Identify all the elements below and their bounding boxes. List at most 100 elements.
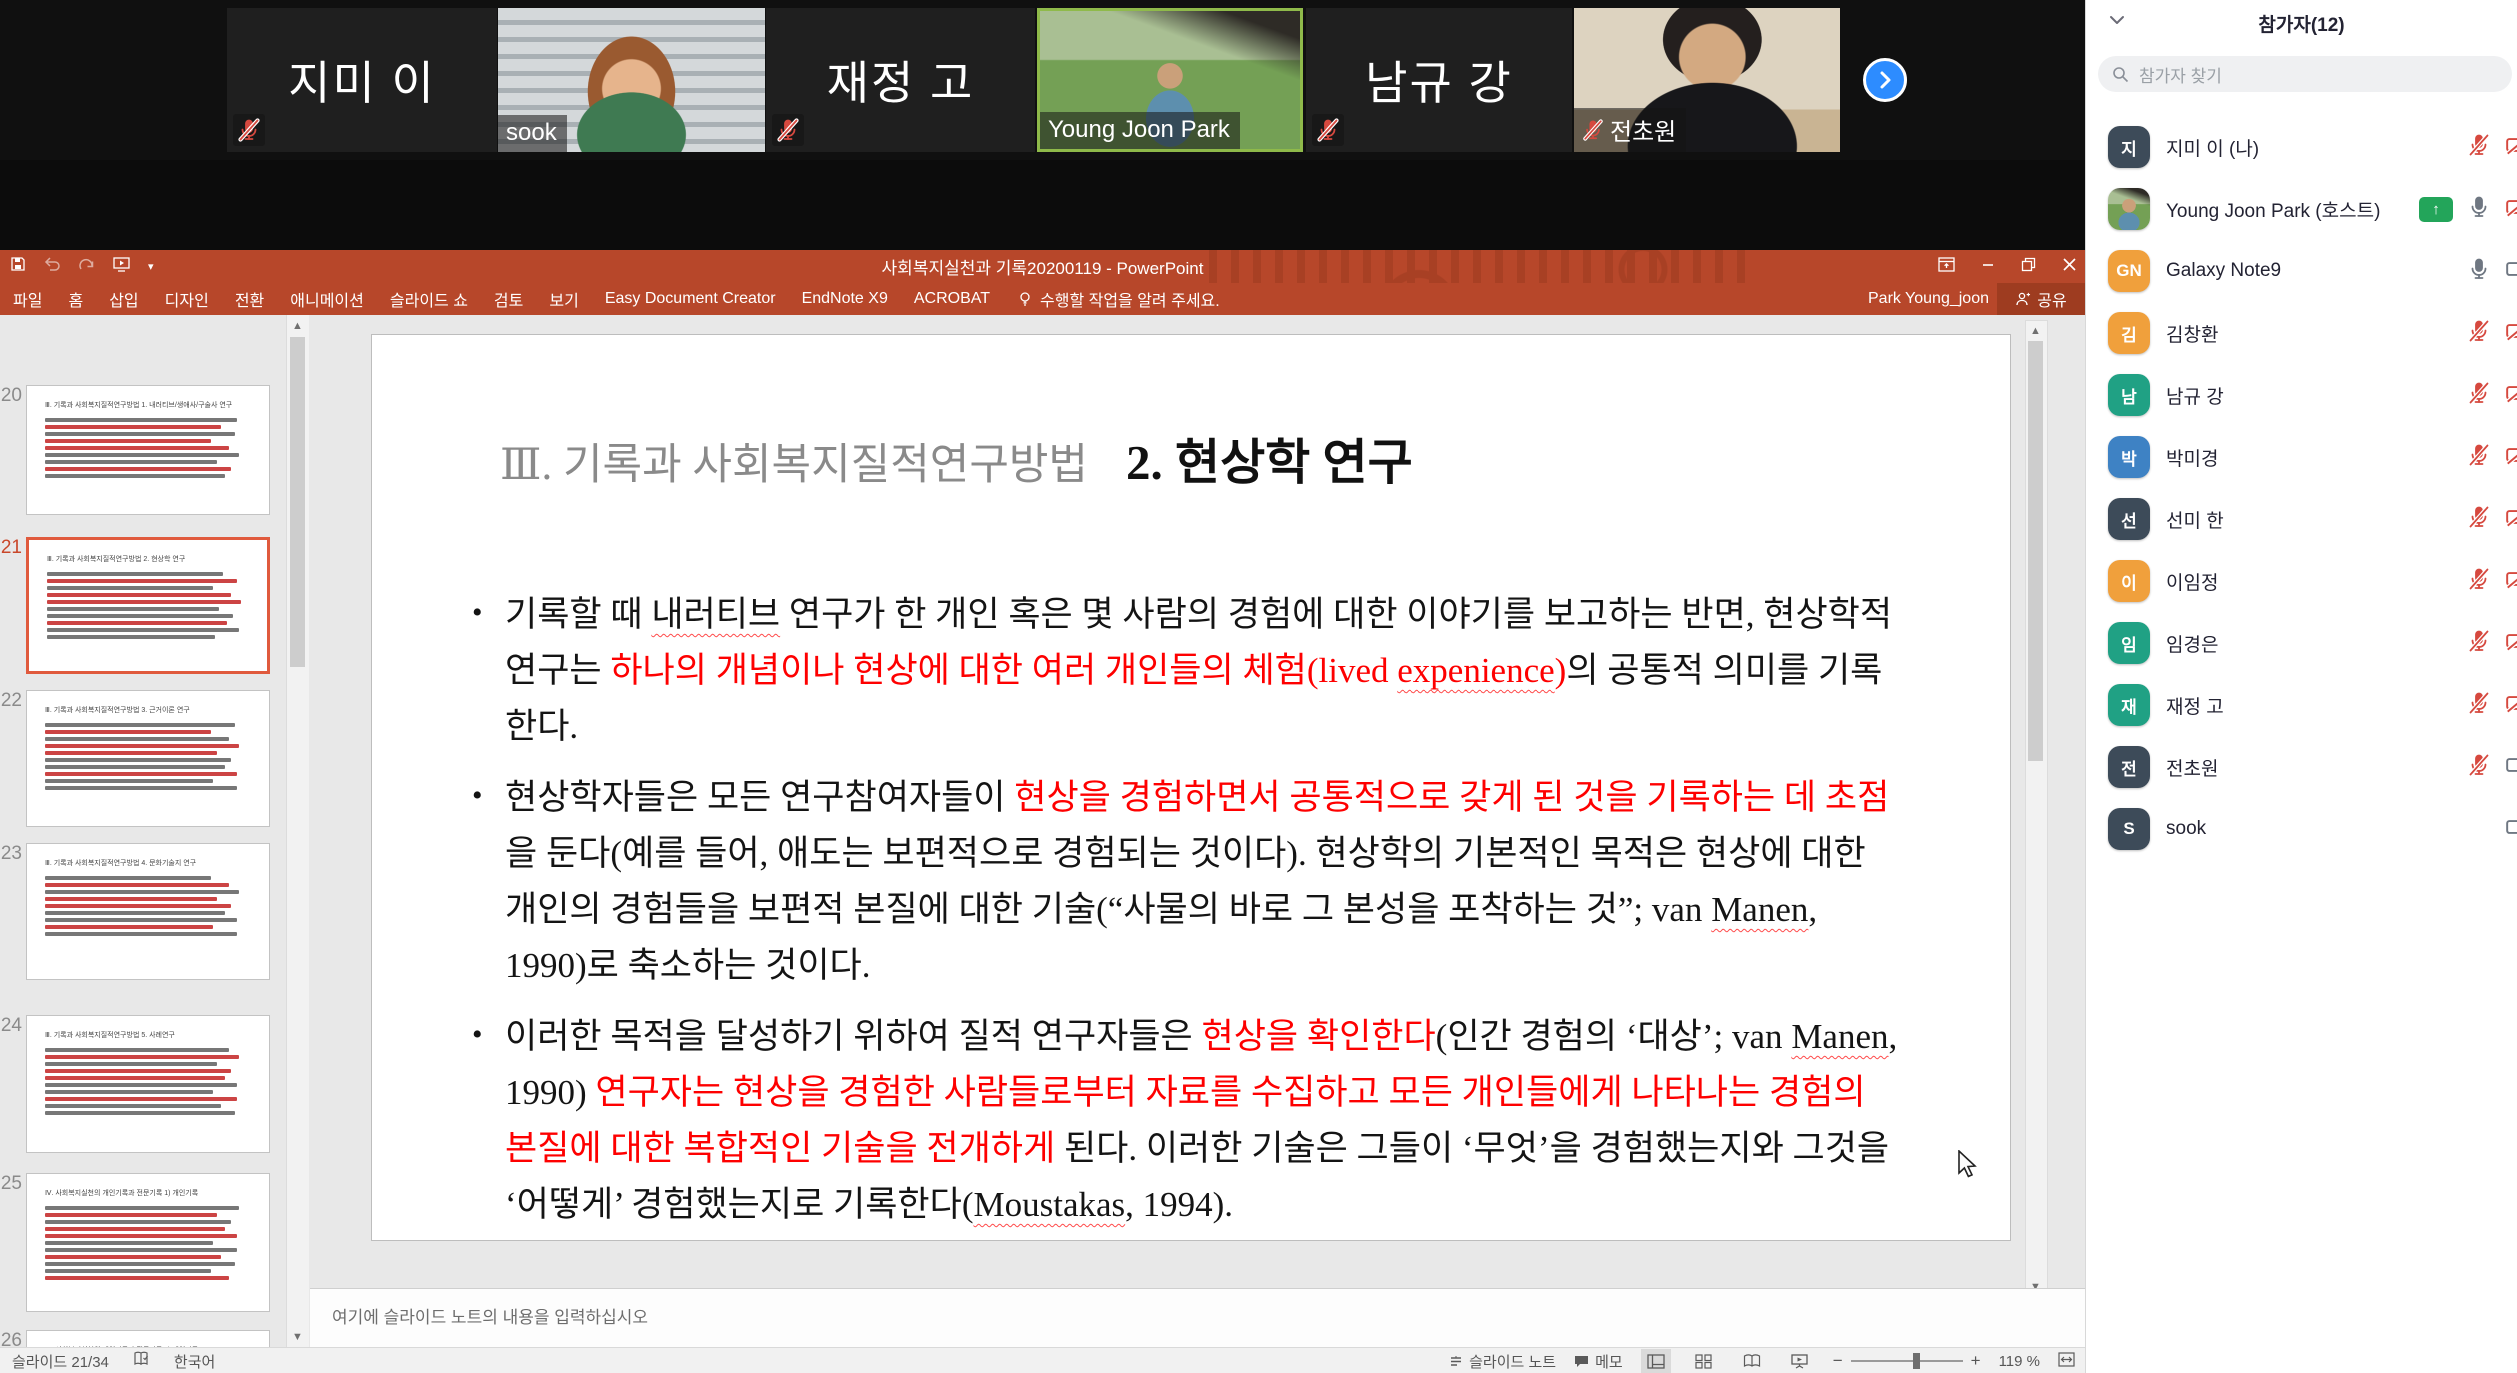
camera-icon (2505, 256, 2517, 282)
slide-bullet-2: 현상학자들은 모든 연구참여자들이 현상을 경험하면서 공통적으로 갖게 된 것… (468, 770, 1898, 994)
avatar: 재 (2108, 684, 2150, 726)
slide-scrollbar[interactable]: ▲ ▼ (2025, 320, 2048, 1297)
close-icon[interactable] (2062, 257, 2077, 277)
participant-name: 이임정 (2166, 568, 2218, 595)
zoom-out-button[interactable]: − (1833, 1351, 1843, 1371)
reading-view-button[interactable] (1737, 1349, 1767, 1373)
zoom-controls: − + (1833, 1351, 1981, 1371)
video-strip-next-page-button[interactable] (1863, 58, 1907, 102)
scroll-down-icon[interactable]: ▼ (289, 1328, 306, 1345)
chevron-right-icon (1875, 70, 1895, 90)
slide-thumbnail-23[interactable]: Ⅲ. 기록과 사회복지질적연구방법 4. 문화기술지 연구 (26, 843, 270, 980)
slide[interactable]: Ⅲ. 기록과 사회복지질적연구방법2. 현상학 연구 기록할 때 내러티브 연구… (372, 335, 2010, 1240)
zoom-slider-track[interactable] (1851, 1360, 1963, 1362)
ribbon-display-options-icon[interactable] (1938, 257, 1955, 277)
participant-video-name: 남규 강 (1306, 8, 1572, 152)
ribbon-tab-전환[interactable]: 전환 (222, 283, 277, 315)
participant-row-김창환[interactable]: 김김창환 (2086, 302, 2517, 364)
slide-sorter-view-button[interactable] (1689, 1349, 1719, 1373)
ribbon-tab-easy-document-creator[interactable]: Easy Document Creator (592, 283, 789, 315)
participant-row-이임정[interactable]: 이이임정 (2086, 550, 2517, 612)
notes-toggle[interactable]: 슬라이드 노트 (1449, 1351, 1556, 1372)
video-tile-young-joon-park[interactable]: Young Joon Park (1037, 8, 1303, 152)
video-name-label: 전초원 (1574, 108, 1686, 152)
ribbon-tab-디자인[interactable]: 디자인 (152, 283, 222, 315)
ribbon-tab-삽입[interactable]: 삽입 (96, 283, 151, 315)
slide-thumbnail-26[interactable]: Ⅳ. 사회복지실천의 개인기록과 전문기록 1) 개인기록 (26, 1330, 270, 1347)
slide-thumbnail-21[interactable]: Ⅲ. 기록과 사회복지질적연구방법 2. 현상학 연구 (26, 537, 270, 674)
memo-toggle[interactable]: 메모 (1574, 1351, 1623, 1372)
minimize-icon[interactable] (1981, 257, 1995, 276)
ribbon-tab-파일[interactable]: 파일 (0, 283, 55, 315)
screen-sharing-badge: ↑ (2419, 197, 2453, 222)
thumbnail-scrollbar[interactable]: ▲ ▼ (286, 315, 309, 1347)
fit-to-window-icon[interactable] (2058, 1352, 2075, 1371)
participant-row-박미경[interactable]: 박박미경 (2086, 426, 2517, 488)
scroll-up-icon[interactable]: ▲ (289, 317, 306, 334)
participant-row-남규-강[interactable]: 남남규 강 (2086, 364, 2517, 426)
zoom-level[interactable]: 119 % (1999, 1353, 2040, 1370)
participants-title: 참가자(12) (2086, 0, 2517, 46)
scrollbar-thumb[interactable] (290, 337, 305, 667)
video-tile-재정-고[interactable]: 재정 고 (766, 8, 1035, 152)
scrollbar-thumb[interactable] (2028, 341, 2043, 761)
thumbnail-number: 20 (0, 385, 22, 407)
thumbnail-number: 26 (0, 1330, 22, 1347)
search-icon (2112, 66, 2129, 83)
slide-thumbnail-20[interactable]: Ⅲ. 기록과 사회복지질적연구방법 1. 내러티브/생애사/구술사 연구 (26, 385, 270, 515)
camera-off-icon (2505, 566, 2517, 592)
tell-me-box[interactable]: 수행할 작업을 알려 주세요. (1003, 287, 1220, 311)
slide-thumbnail-24[interactable]: Ⅲ. 기록과 사회복지질적연구방법 5. 사례연구 (26, 1015, 270, 1153)
participant-name: Young Joon Park (호스트) (2166, 196, 2380, 223)
shared-screen-letterbox (0, 160, 2085, 250)
account-name[interactable]: Park Young_joon (1868, 283, 1989, 315)
mic-icon (2467, 257, 2491, 281)
ribbon-tab-endnote-x9[interactable]: EndNote X9 (789, 283, 901, 315)
ribbon-tab-홈[interactable]: 홈 (55, 283, 96, 315)
slide-title-section: Ⅲ. 기록과 사회복지질적연구방법 (500, 442, 1088, 489)
participant-status-icons (2467, 380, 2517, 411)
video-tile-남규-강[interactable]: 남규 강 (1306, 8, 1572, 152)
slideshow-view-button[interactable] (1785, 1349, 1815, 1373)
language-indicator[interactable]: 한국어 (174, 1351, 215, 1372)
ribbon-tab-acrobat[interactable]: ACROBAT (901, 283, 1003, 315)
ribbon-tab-보기[interactable]: 보기 (536, 283, 591, 315)
thumbnail-number: 25 (0, 1173, 22, 1195)
ribbon-tab-애니메이션[interactable]: 애니메이션 (277, 283, 377, 315)
participant-search-box[interactable]: 참가자 찾기 (2098, 56, 2512, 92)
mic-icon (2467, 195, 2491, 219)
video-tile-전초원[interactable]: 전초원 (1574, 8, 1840, 152)
zoom-in-button[interactable]: + (1971, 1351, 1981, 1371)
video-tile-sook[interactable]: sook (498, 8, 765, 152)
slide-thumbnail-25[interactable]: Ⅳ. 사회복지실천의 개인기록과 전문기록 1) 개인기록 (26, 1173, 270, 1312)
notes-pane[interactable]: 여기에 슬라이드 노트의 내용을 입력하십시오 (310, 1288, 2085, 1348)
normal-view-button[interactable] (1641, 1349, 1671, 1373)
ribbon-tab-슬라이드-쇼[interactable]: 슬라이드 쇼 (377, 283, 481, 315)
participant-row-galaxy-note9[interactable]: GNGalaxy Note9 (2086, 240, 2517, 302)
mic-muted-icon (2467, 567, 2491, 591)
thumbnail-title: Ⅲ. 기록과 사회복지질적연구방법 3. 근거이론 연구 (45, 705, 261, 715)
share-button[interactable]: 공유 (1997, 283, 2085, 315)
participant-status-icons (2467, 628, 2517, 659)
participant-row-지미-이-(나)[interactable]: 지지미 이 (나) (2086, 116, 2517, 178)
restore-icon[interactable] (2021, 257, 2036, 277)
status-left: 슬라이드 21/34 한국어 (0, 1351, 215, 1372)
participant-row-sook[interactable]: Ssook (2086, 798, 2517, 860)
video-tile-지미-이[interactable]: 지미 이 (227, 8, 497, 152)
mic-muted-icon (2467, 319, 2491, 343)
zoom-slider-thumb[interactable] (1913, 1353, 1920, 1369)
ribbon-tab-검토[interactable]: 검토 (481, 283, 536, 315)
ribbon-tab-row: 파일홈삽입디자인전환애니메이션슬라이드 쇼검토보기Easy Document C… (0, 283, 2085, 315)
thumbnail-title: Ⅲ. 기록과 사회복지질적연구방법 1. 내러티브/생애사/구술사 연구 (45, 400, 261, 410)
scroll-up-icon[interactable]: ▲ (2027, 322, 2044, 339)
screen: 지미 이 sook재정 고 Young Joon Park남규 강 전초원 ▾ … (0, 0, 2517, 1373)
participant-row-선미-한[interactable]: 선선미 한 (2086, 488, 2517, 550)
participant-row-재정-고[interactable]: 재재정 고 (2086, 674, 2517, 736)
ribbon-tabs: 파일홈삽입디자인전환애니메이션슬라이드 쇼검토보기Easy Document C… (0, 283, 1003, 315)
participant-row-전초원[interactable]: 전전초원 (2086, 736, 2517, 798)
slide-thumbnail-22[interactable]: Ⅲ. 기록과 사회복지질적연구방법 3. 근거이론 연구 (26, 690, 270, 827)
participant-row-임경은[interactable]: 임임경은 (2086, 612, 2517, 674)
participant-row-young-joon-park-(호스트)[interactable]: Young Joon Park (호스트) ↑ (2086, 178, 2517, 240)
slide-canvas-area: Ⅲ. 기록과 사회복지질적연구방법2. 현상학 연구 기록할 때 내러티브 연구… (310, 315, 2056, 1347)
spellcheck-icon[interactable] (133, 1351, 150, 1371)
